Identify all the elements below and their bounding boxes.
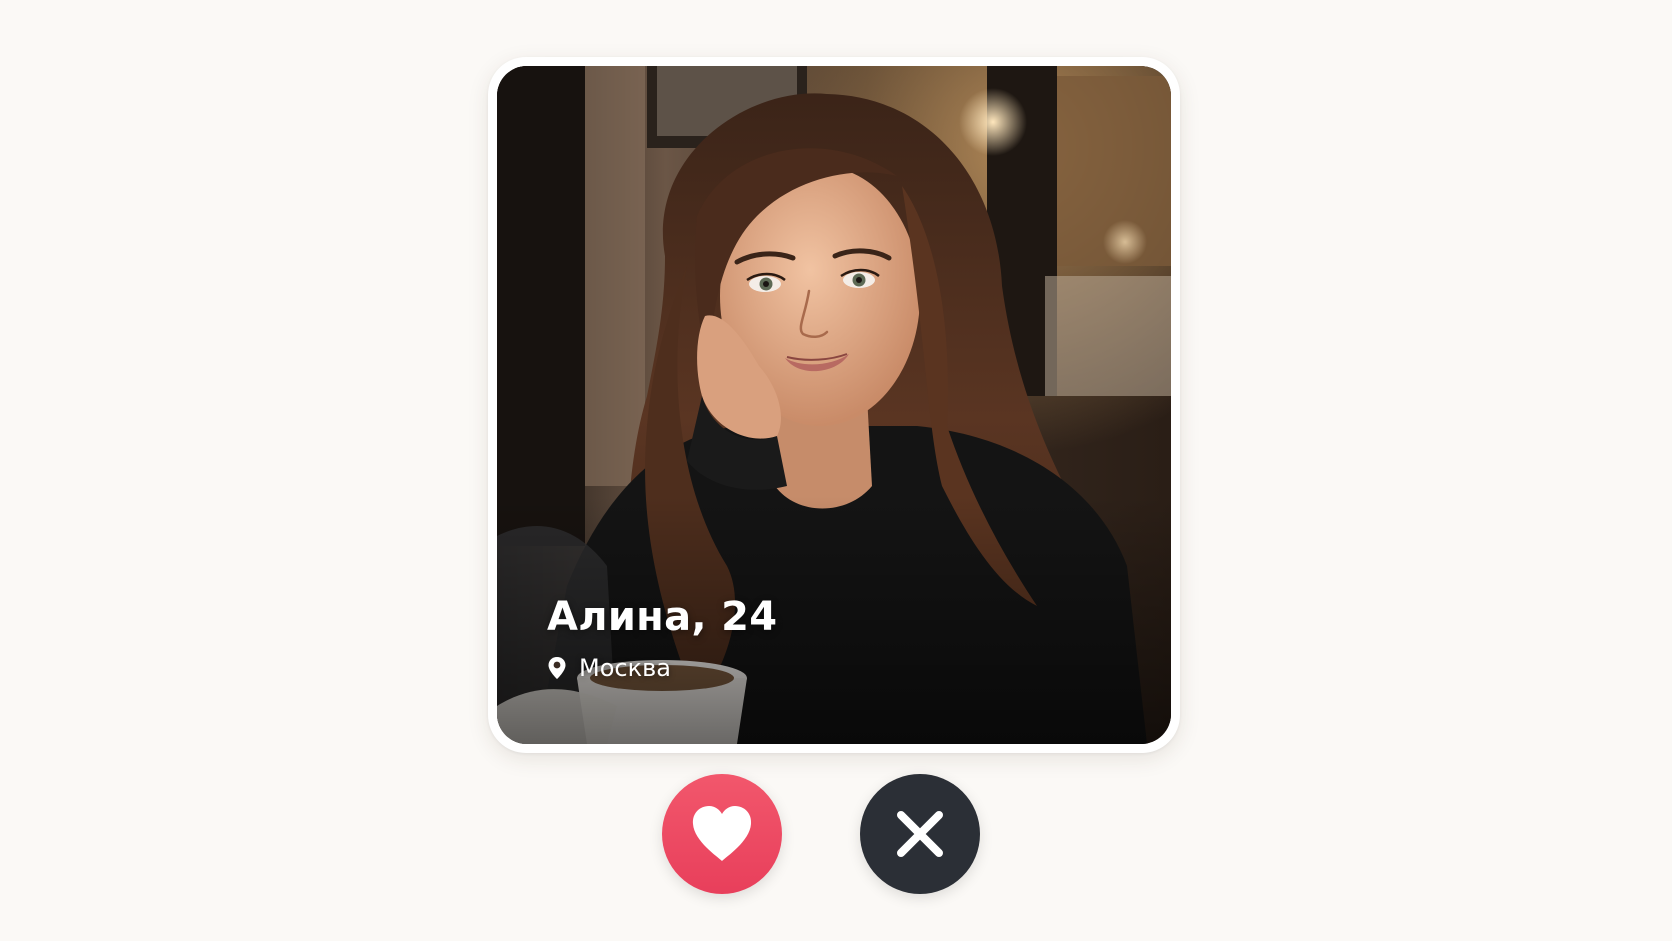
profile-location: Москва bbox=[547, 654, 777, 682]
profile-info: Алина, 24 Москва bbox=[547, 594, 777, 682]
location-pin-icon bbox=[547, 656, 567, 680]
heart-icon bbox=[692, 806, 752, 861]
like-button[interactable] bbox=[662, 774, 782, 894]
close-icon bbox=[897, 811, 943, 857]
profile-card[interactable]: Алина, 24 Москва bbox=[488, 57, 1180, 753]
profile-name-age: Алина, 24 bbox=[547, 594, 778, 640]
profile-screen: Алина, 24 Москва bbox=[0, 0, 1672, 941]
profile-photo: Алина, 24 Москва bbox=[497, 66, 1171, 744]
profile-location-text: Москва bbox=[579, 654, 671, 682]
pass-button[interactable] bbox=[860, 774, 980, 894]
